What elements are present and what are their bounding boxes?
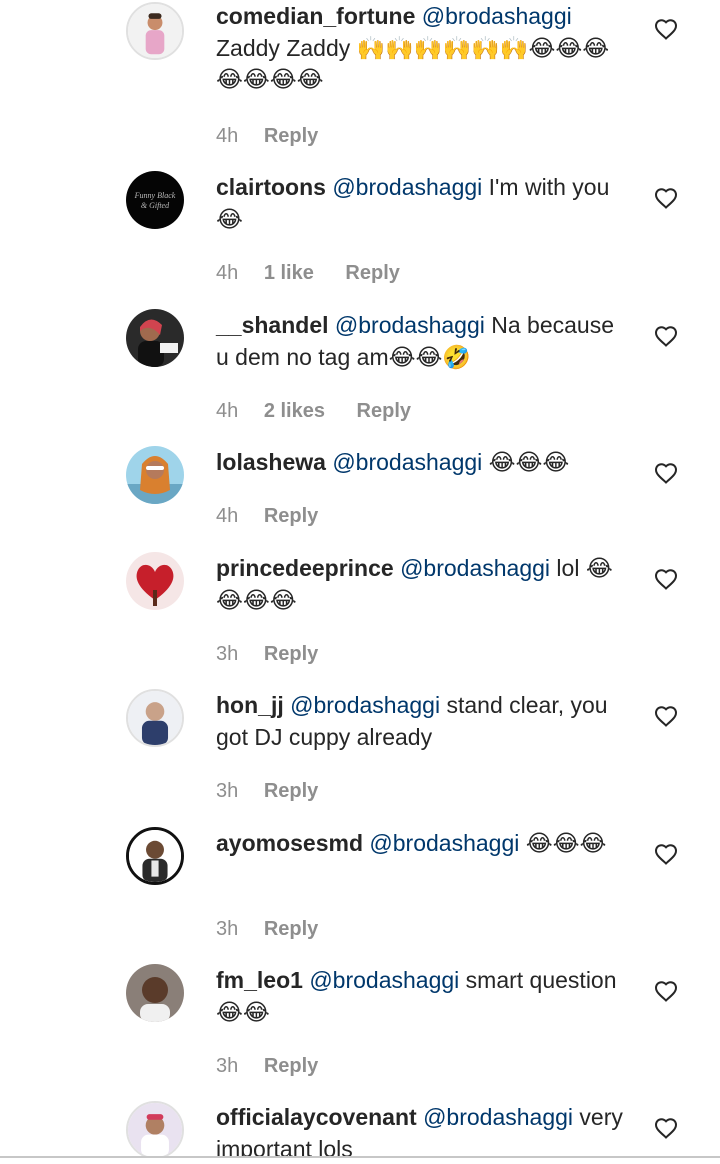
comment-username[interactable]: officialaycovenant [216,1104,417,1130]
user-avatar-icon: Funny Black & Gifted [126,171,184,229]
reply-button[interactable]: Reply [264,780,318,802]
avatar[interactable] [126,689,184,747]
avatar[interactable] [126,964,184,1022]
comment-text: lolashewa @brodashaggi 😂😂😂 [216,447,626,479]
comment-text: __shandel @brodashaggi Na because u dem … [216,310,626,373]
heart-outline-icon[interactable] [654,325,678,347]
heart-outline-icon[interactable] [654,18,678,40]
avatar[interactable] [126,309,184,367]
reply-button[interactable]: Reply [264,125,318,147]
svg-text:Funny Black: Funny Black [134,191,176,200]
svg-text:& Gifted: & Gifted [141,201,170,210]
avatar[interactable] [126,2,184,60]
user-avatar-icon [128,691,182,745]
comment-meta: 4h Reply [216,124,318,148]
comment-text: comedian_fortune @brodashaggi Zaddy Zadd… [216,1,626,96]
comment-time: 4h [216,505,239,527]
comment-meta: 3h Reply [216,917,318,941]
like-count[interactable]: 1 like [264,262,314,284]
comment-text: princedeeprince @brodashaggi lol 😂😂😂😂 [216,553,626,616]
comment-username[interactable]: __shandel [216,312,329,338]
comment-username[interactable]: fm_leo1 [216,967,303,993]
heart-outline-icon[interactable] [654,705,678,727]
user-avatar-icon [126,552,184,610]
comment-username[interactable]: princedeeprince [216,555,394,581]
reply-button[interactable]: Reply [264,918,318,940]
reply-button[interactable]: Reply [264,643,318,665]
heart-outline-icon[interactable] [654,843,678,865]
like-count[interactable]: 2 likes [264,400,325,422]
comment-username[interactable]: comedian_fortune [216,3,415,29]
avatar[interactable] [126,1101,184,1156]
comment-username[interactable]: lolashewa [216,449,326,475]
heart-outline-icon[interactable] [654,462,678,484]
comment-meta: 3h Reply [216,642,318,666]
comment-mention[interactable]: @brodashaggi [335,312,485,338]
comment-username[interactable]: ayomosesmd [216,830,363,856]
comment-mention[interactable]: @brodashaggi [332,449,482,475]
comment-meta: 3h Reply [216,779,318,803]
comment-username[interactable]: hon_jj [216,692,284,718]
reply-button[interactable]: Reply [264,505,318,527]
heart-outline-icon[interactable] [654,980,678,1002]
comment-text: ayomosesmd @brodashaggi 😂😂😂 [216,828,626,860]
reply-button[interactable]: Reply [357,400,411,422]
user-avatar-icon [126,964,184,1022]
avatar[interactable] [126,446,184,504]
comment-mention[interactable]: @brodashaggi [400,555,550,581]
user-avatar-icon [126,446,184,504]
comment-item: officialaycovenant @brodashaggi very imp… [0,1101,720,1156]
reply-button[interactable]: Reply [345,262,399,284]
avatar[interactable] [126,827,184,885]
comment-time: 4h [216,125,239,147]
comment-mention[interactable]: @brodashaggi [369,830,519,856]
user-avatar-icon [129,830,181,882]
comment-body: 😂😂😂 [482,449,570,475]
heart-outline-icon[interactable] [654,187,678,209]
comment-time: 3h [216,780,239,802]
user-avatar-icon [126,309,184,367]
comment-body: Zaddy Zaddy 🙌🙌🙌🙌🙌🙌😂😂😂😂😂😂😂 [216,34,610,93]
comments-list: comedian_fortune @brodashaggi Zaddy Zadd… [0,0,720,1164]
comment-meta: 4h Reply [216,504,318,528]
comment-meta: 3h Reply [216,1054,318,1078]
comment-mention[interactable]: @brodashaggi [290,692,440,718]
user-avatar-icon [128,4,182,58]
bottom-divider [0,1156,720,1158]
comment-text: officialaycovenant @brodashaggi very imp… [216,1102,626,1156]
comment-time: 3h [216,918,239,940]
comment-mention[interactable]: @brodashaggi [423,1104,573,1130]
heart-outline-icon[interactable] [654,568,678,590]
comment-time: 4h [216,262,239,284]
comment-mention[interactable]: @brodashaggi [309,967,459,993]
comment-mention[interactable]: @brodashaggi [332,174,482,200]
comment-text: clairtoons @brodashaggi I'm with you😂 [216,172,626,235]
comment-meta: 4h 1 like Reply [216,261,400,285]
comment-body: 😂😂😂 [519,830,607,856]
user-avatar-icon [128,1103,182,1156]
heart-outline-icon[interactable] [654,1117,678,1139]
comment-time: 4h [216,400,239,422]
comment-meta: 4h 2 likes Reply [216,399,411,423]
avatar[interactable] [126,552,184,610]
comment-time: 3h [216,1055,239,1077]
avatar[interactable]: Funny Black & Gifted [126,171,184,229]
comment-text: hon_jj @brodashaggi stand clear, you got… [216,690,626,753]
comment-username[interactable]: clairtoons [216,174,326,200]
comment-mention[interactable]: @brodashaggi [422,3,572,29]
reply-button[interactable]: Reply [264,1055,318,1077]
comment-text: fm_leo1 @brodashaggi smart question😂😂 [216,965,626,1028]
comment-time: 3h [216,643,239,665]
